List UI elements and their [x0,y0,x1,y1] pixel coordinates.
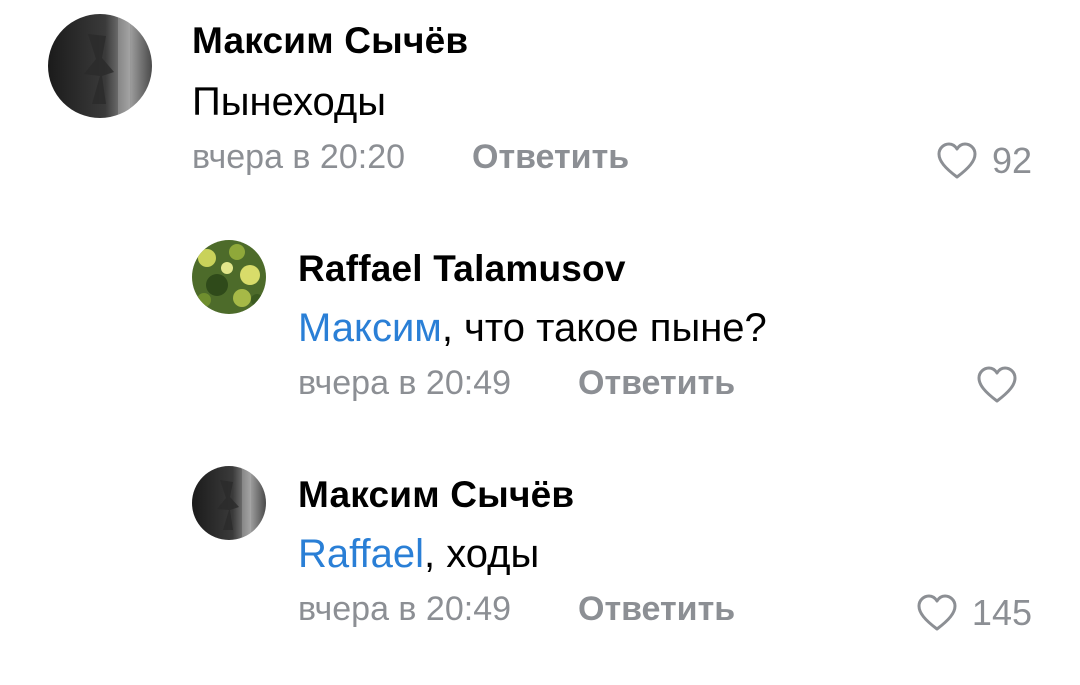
mention-link[interactable]: Максим [298,306,442,350]
heart-icon [917,594,957,631]
comment-author[interactable]: Максим Сычёв [298,474,574,516]
comment-body: , что такое пыне? [441,306,767,350]
comment-body: , ходы [424,532,540,576]
avatar[interactable] [192,240,266,314]
comment-text: Максим, что такое пыне? [298,306,767,351]
comment-timestamp: вчера в 20:49 [298,364,512,402]
mention-link[interactable]: Raffael [298,532,424,576]
heart-icon [977,366,1017,403]
reply-button[interactable]: Ответить [578,590,735,629]
avatar-image [192,240,266,314]
like-button[interactable]: 145 [916,592,1032,634]
comment-2: Raffael Talamusov Максим, что такое пыне… [0,0,1080,685]
like-button[interactable] [976,366,1032,404]
comment-text: Raffael, ходы [298,532,539,577]
like-count: 145 [971,592,1032,633]
avatar-image [192,466,266,540]
comment-author[interactable]: Raffael Talamusov [298,248,626,290]
reply-button[interactable]: Ответить [578,364,735,403]
avatar[interactable] [192,466,266,540]
